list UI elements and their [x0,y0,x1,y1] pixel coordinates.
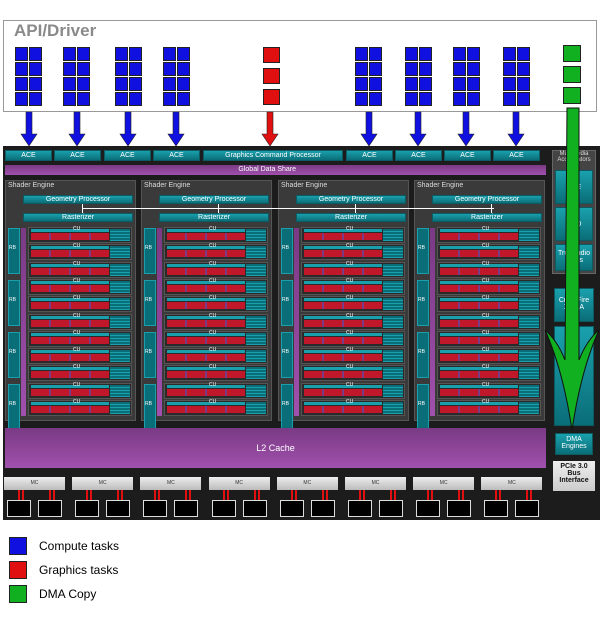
compute-arrow [507,111,525,147]
legend-swatch [9,537,27,555]
compute-arrow [457,111,475,147]
arrows-overlay [20,107,600,431]
compute-arrow [68,111,86,147]
compute-arrow [167,111,185,147]
compute-arrow [360,111,378,147]
legend-label: DMA Copy [39,587,97,601]
graphics-arrow [261,111,279,147]
compute-arrow [119,111,137,147]
legend-swatch [9,585,27,603]
compute-arrow [20,111,38,147]
compute-arrow [409,111,427,147]
dma-copy-arrow [544,107,600,431]
legend-swatch [9,561,27,579]
legend-label: Compute tasks [39,539,120,553]
legend-label: Graphics tasks [39,563,119,577]
